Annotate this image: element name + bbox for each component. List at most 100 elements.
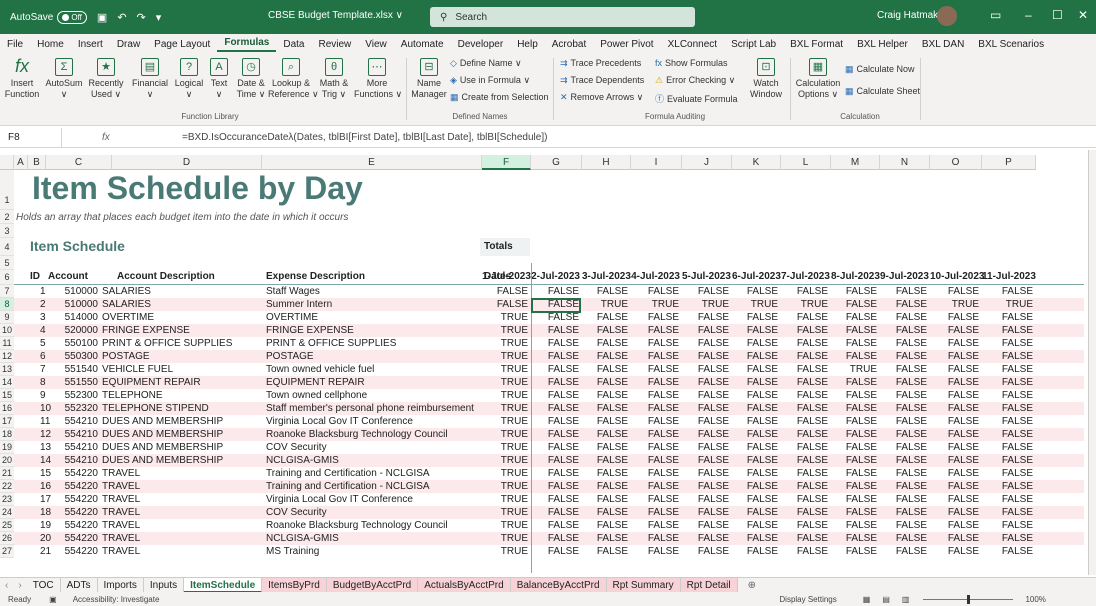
cell-account[interactable]: 554220 (62, 532, 98, 545)
menu-view[interactable]: View (358, 39, 394, 50)
cell-date-flag[interactable]: FALSE (732, 454, 778, 467)
cell-date-flag[interactable]: FALSE (732, 428, 778, 441)
cell-date-flag[interactable]: FALSE (631, 285, 679, 298)
cell-expense-description[interactable]: Roanoke Blacksburg Technology Council (266, 428, 481, 441)
cell-date-flag[interactable]: TRUE (482, 415, 528, 428)
date-header[interactable]: 6-Jul-2023 (732, 271, 781, 284)
cell-account[interactable]: 554220 (62, 480, 98, 493)
cell-date-flag[interactable]: FALSE (982, 363, 1033, 376)
select-all-corner[interactable] (0, 155, 14, 170)
cell-date-flag[interactable]: FALSE (732, 389, 778, 402)
name-box[interactable]: F8 (0, 127, 62, 148)
cell-date-flag[interactable]: FALSE (582, 454, 628, 467)
column-header[interactable]: A (14, 155, 28, 170)
header-account[interactable]: Account (48, 271, 88, 284)
cell-date-flag[interactable]: FALSE (582, 285, 628, 298)
vertical-scrollbar[interactable] (1088, 150, 1096, 575)
cell-date-flag[interactable]: FALSE (631, 337, 679, 350)
cell-date-flag[interactable]: FALSE (781, 532, 828, 545)
cell-date-flag[interactable]: FALSE (531, 480, 579, 493)
undo-icon[interactable]: ↶ (117, 11, 126, 24)
cell-expense-description[interactable]: Training and Certification - NCLGISA (266, 480, 481, 493)
header-id[interactable]: ID (30, 271, 40, 284)
cell-date-flag[interactable]: FALSE (930, 376, 979, 389)
cell-account-description[interactable]: EQUIPMENT REPAIR (102, 376, 262, 389)
row-header[interactable]: 19 (0, 441, 14, 454)
nav-next-icon[interactable]: › (13, 580, 26, 591)
cell-account[interactable]: 510000 (62, 298, 98, 311)
cell-date-flag[interactable]: TRUE (482, 545, 528, 558)
cell-date-flag[interactable]: FALSE (831, 337, 877, 350)
cell-date-flag[interactable]: FALSE (631, 454, 679, 467)
row-header[interactable]: 12 (0, 350, 14, 363)
cell-date-flag[interactable]: FALSE (682, 389, 729, 402)
cell-account-description[interactable]: TELEPHONE STIPEND (102, 402, 262, 415)
cell-date-flag[interactable]: FALSE (682, 506, 729, 519)
menu-help[interactable]: Help (510, 39, 545, 50)
row-header[interactable]: 21 (0, 467, 14, 480)
sheet-tab-budgetbyacctprd[interactable]: BudgetByAcctPrd (326, 577, 419, 593)
cell-date-flag[interactable]: FALSE (880, 454, 927, 467)
math-trig-button[interactable]: θ Math & Trig ∨ (316, 58, 352, 100)
cell-date-flag[interactable]: FALSE (582, 376, 628, 389)
fx-icon[interactable]: fx (62, 132, 182, 143)
cell-date-flag[interactable]: FALSE (930, 324, 979, 337)
cell-date-flag[interactable]: FALSE (880, 493, 927, 506)
cell-date-flag[interactable]: FALSE (732, 402, 778, 415)
cell-id[interactable]: 6 (40, 350, 60, 363)
row-header[interactable]: 7 (0, 285, 14, 298)
cell-date-flag[interactable]: FALSE (732, 285, 778, 298)
cell-date-flag[interactable]: FALSE (781, 480, 828, 493)
cell-date-flag[interactable]: TRUE (930, 298, 979, 311)
cell-date-flag[interactable]: FALSE (531, 467, 579, 480)
cell-date-flag[interactable]: FALSE (682, 532, 729, 545)
menu-script-lab[interactable]: Script Lab (724, 39, 783, 50)
cell-account[interactable]: 552300 (62, 389, 98, 402)
cell-date-flag[interactable]: FALSE (631, 532, 679, 545)
cell-expense-description[interactable]: FRINGE EXPENSE (266, 324, 481, 337)
cell-account-description[interactable]: DUES AND MEMBERSHIP (102, 454, 262, 467)
cell-date-flag[interactable]: FALSE (631, 415, 679, 428)
sheet-tab-actualsbyacctprd[interactable]: ActualsByAcctPrd (418, 577, 511, 593)
file-name[interactable]: CBSE Budget Template.xlsx ∨ (268, 10, 403, 21)
cell-account-description[interactable]: POSTAGE (102, 350, 262, 363)
cell-expense-description[interactable]: NCLGISA-GMIS (266, 532, 481, 545)
cell-date-flag[interactable]: FALSE (982, 402, 1033, 415)
row-header[interactable]: 23 (0, 493, 14, 506)
sheet-tab-adts[interactable]: ADTs (61, 577, 98, 593)
cell-date-flag[interactable]: FALSE (631, 311, 679, 324)
cell-date-flag[interactable]: FALSE (831, 441, 877, 454)
cell-date-flag[interactable]: FALSE (582, 428, 628, 441)
cell-date-flag[interactable]: FALSE (781, 545, 828, 558)
cell-date-flag[interactable]: FALSE (831, 376, 877, 389)
cell-date-flag[interactable]: FALSE (880, 389, 927, 402)
cell-date-flag[interactable]: FALSE (831, 545, 877, 558)
define-name-button[interactable]: ◇ Define Name ∨ (450, 58, 522, 69)
cell-date-flag[interactable]: FALSE (682, 402, 729, 415)
cell-date-flag[interactable]: FALSE (682, 324, 729, 337)
cell-date-flag[interactable]: FALSE (531, 324, 579, 337)
sheet-tab-rpt-detail[interactable]: Rpt Detail (680, 577, 738, 593)
row-header[interactable]: 22 (0, 480, 14, 493)
calculate-now-button[interactable]: ▦ Calculate Now (845, 64, 915, 75)
column-header[interactable]: M (831, 155, 880, 170)
sheet-tab-rpt-summary[interactable]: Rpt Summary (606, 577, 681, 593)
row-header[interactable]: 17 (0, 415, 14, 428)
cell-date-flag[interactable]: FALSE (631, 519, 679, 532)
cell-date-flag[interactable]: FALSE (982, 285, 1033, 298)
menu-home[interactable]: Home (30, 39, 71, 50)
cell-date-flag[interactable]: FALSE (831, 493, 877, 506)
cell-id[interactable]: 8 (40, 376, 60, 389)
maximize-icon[interactable]: ☐ (1052, 8, 1063, 22)
cell-date-flag[interactable]: TRUE (482, 506, 528, 519)
cell-date-flag[interactable]: TRUE (482, 441, 528, 454)
cell-id[interactable]: 17 (40, 493, 60, 506)
cell-date-flag[interactable]: FALSE (880, 311, 927, 324)
row-header[interactable]: 11 (0, 337, 14, 350)
cell-date-flag[interactable]: FALSE (682, 441, 729, 454)
cell-expense-description[interactable]: POSTAGE (266, 350, 481, 363)
row-header[interactable]: 8 (0, 298, 14, 311)
cell-account-description[interactable]: TRAVEL (102, 532, 262, 545)
cell-date-flag[interactable]: FALSE (831, 415, 877, 428)
nav-prev-icon[interactable]: ‹ (0, 580, 13, 591)
